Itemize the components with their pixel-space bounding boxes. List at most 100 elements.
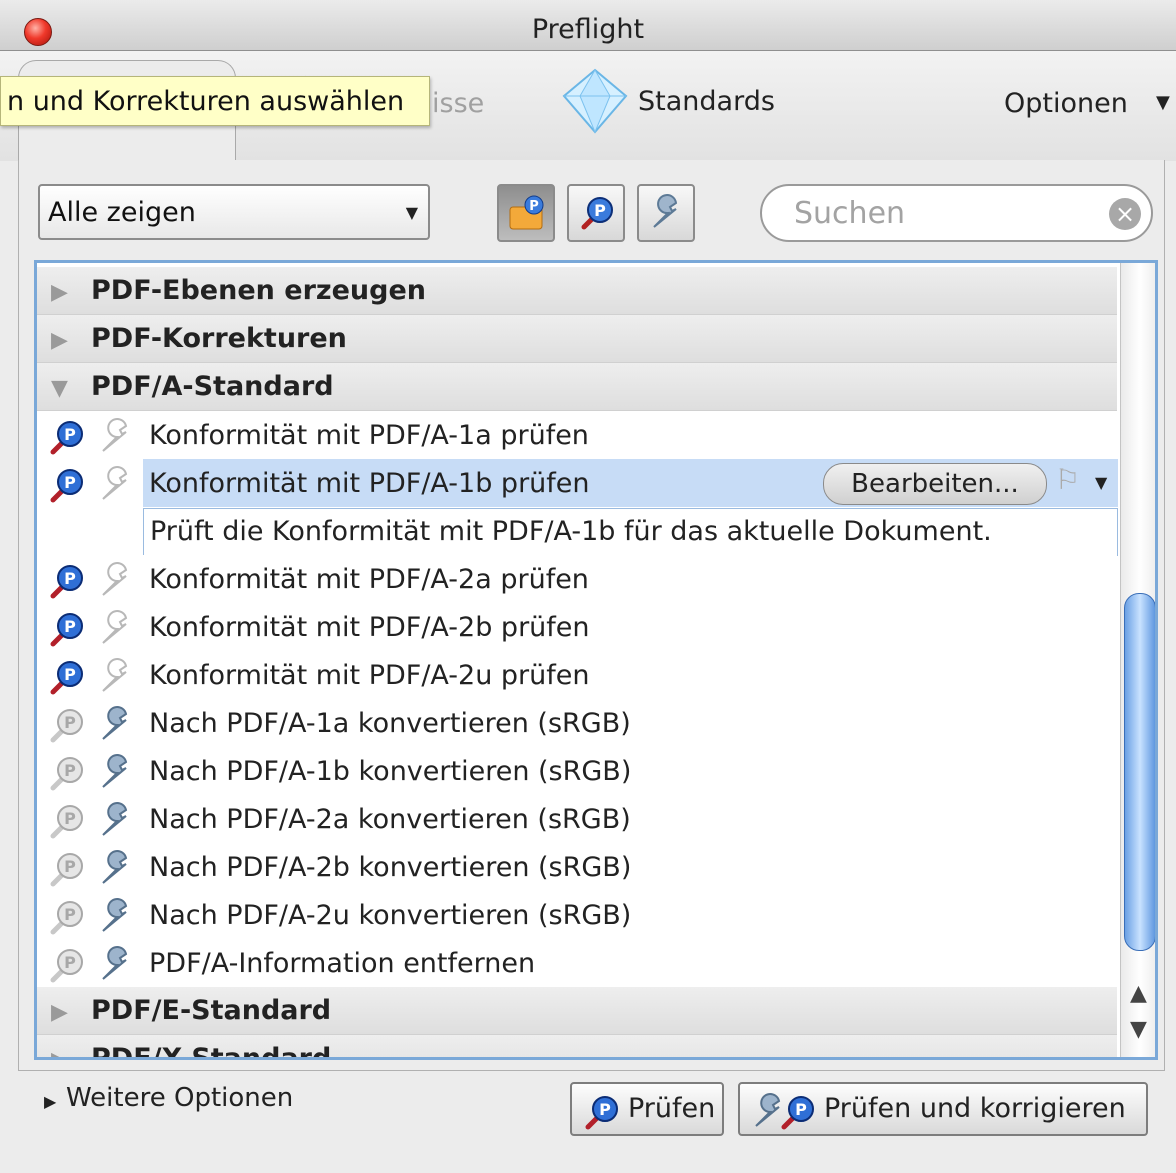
list-group-pdf-fixups[interactable]: ▶ PDF-Korrekturen [37, 315, 1117, 363]
standards-icon[interactable] [560, 66, 630, 136]
chevron-down-icon: ▼ [405, 203, 418, 222]
wrench-icon [653, 194, 678, 228]
list-item[interactable]: P Konformität mit PDF/A-1a prüfen [37, 411, 1117, 459]
item-label: Nach PDF/A-1a konvertieren (sRGB) [149, 708, 631, 739]
disclosure-right-icon[interactable]: ▶ [44, 1092, 56, 1111]
check-icon: P [47, 609, 87, 649]
check-icon: P [47, 657, 87, 697]
check-icon: P [582, 1092, 618, 1130]
title-bar[interactable]: Preflight [0, 0, 1176, 51]
wrench-outline-icon [97, 561, 135, 599]
list-item[interactable]: P Nach PDF/A-1b konvertieren (sRGB) [37, 747, 1117, 795]
flag-icon[interactable]: ⚐ [1055, 463, 1080, 496]
svg-text:P: P [64, 617, 76, 636]
wrench-icon [97, 705, 135, 743]
disclosure-right-icon[interactable]: ▶ [51, 282, 68, 304]
list-group-pdfx[interactable]: ▶ PDF/X-Standard [37, 1035, 1117, 1060]
svg-text:P: P [64, 713, 76, 732]
list-item[interactable]: P Nach PDF/A-2a konvertieren (sRGB) [37, 795, 1117, 843]
check-fix-icon: P [750, 1092, 820, 1130]
list-group-pdfe[interactable]: ▶ PDF/E-Standard [37, 987, 1117, 1035]
item-label: Nach PDF/A-2b konvertieren (sRGB) [149, 852, 632, 883]
wrench-outline-icon [97, 609, 135, 647]
check-icon: P [581, 197, 613, 230]
svg-text:P: P [64, 425, 76, 444]
search-field[interactable]: Suchen × [760, 184, 1153, 242]
svg-text:P: P [64, 809, 76, 828]
svg-text:P: P [64, 569, 76, 588]
clear-icon[interactable]: × [1109, 198, 1141, 230]
options-menu[interactable]: Optionen [1004, 88, 1128, 119]
disclosure-right-icon[interactable]: ▶ [51, 330, 68, 352]
list-item[interactable]: P Nach PDF/A-2b konvertieren (sRGB) [37, 843, 1117, 891]
wrench-icon [97, 897, 135, 935]
scroll-up-icon[interactable]: ▲ [1130, 981, 1147, 1006]
svg-text:P: P [594, 201, 606, 220]
check-disabled-icon: P [47, 897, 87, 937]
wrench-icon [97, 945, 135, 983]
svg-text:P: P [64, 761, 76, 780]
disclosure-right-icon[interactable]: ▶ [51, 1050, 68, 1058]
svg-text:P: P [64, 857, 76, 876]
check-and-fix-button[interactable]: P Prüfen und korrigieren [738, 1082, 1148, 1136]
item-description: Prüft die Konformität mit PDF/A-1b für d… [143, 508, 1118, 556]
list-item[interactable]: P Nach PDF/A-1a konvertieren (sRGB) [37, 699, 1117, 747]
scrollbar-thumb[interactable] [1124, 593, 1155, 951]
filter-fix-button[interactable] [637, 184, 695, 242]
disclosure-down-icon[interactable]: ▼ [51, 378, 68, 400]
svg-text:P: P [64, 665, 76, 684]
search-input[interactable]: Suchen [794, 196, 905, 231]
check-disabled-icon: P [47, 705, 87, 745]
wrench-icon [97, 801, 135, 839]
list-item[interactable]: P Nach PDF/A-2u konvertieren (sRGB) [37, 891, 1117, 939]
check-fix-button-label: Prüfen und korrigieren [824, 1093, 1126, 1124]
check-disabled-icon: P [47, 849, 87, 889]
item-label: Nach PDF/A-2u konvertieren (sRGB) [149, 900, 632, 931]
list-group-pdfa[interactable]: ▼ PDF/A-Standard [37, 363, 1117, 411]
more-options-toggle[interactable]: Weitere Optionen [66, 1083, 293, 1113]
list-item[interactable]: P Konformität mit PDF/A-2a prüfen [37, 555, 1117, 603]
filter-check-button[interactable]: P [567, 184, 625, 242]
svg-text:P: P [64, 905, 76, 924]
vertical-scrollbar[interactable]: ▲ ▼ [1120, 263, 1155, 1057]
filter-select[interactable]: Alle zeigen ▼ [38, 184, 430, 240]
wrench-icon [97, 753, 135, 791]
check-icon: P [47, 417, 87, 457]
scroll-down-icon[interactable]: ▼ [1130, 1017, 1147, 1042]
group-label: PDF-Ebenen erzeugen [91, 275, 426, 306]
preflight-window: Preflight ▤ ✦ isse n und Korrekturen aus… [0, 0, 1176, 1173]
tab-standards[interactable]: Standards [638, 86, 775, 117]
item-label: Konformität mit PDF/A-2b prüfen [149, 612, 590, 643]
tooltip: n und Korrekturen auswählen [0, 76, 430, 126]
wrench-outline-icon [97, 465, 135, 503]
check-button[interactable]: P Prüfen [570, 1082, 724, 1136]
window-title: Preflight [531, 14, 645, 45]
profile-list[interactable]: ▶ PDF-Ebenen erzeugen ▶ PDF-Korrekturen … [34, 260, 1158, 1060]
list-item-selected[interactable]: P Konformität mit PDF/A-1b prüfen Bearbe… [37, 459, 1118, 507]
svg-text:P: P [64, 953, 76, 972]
group-label: PDF/X-Standard [91, 1043, 332, 1060]
list-item[interactable]: P PDF/A-Information entfernen [37, 939, 1117, 987]
edit-button[interactable]: Bearbeiten... [823, 463, 1047, 505]
item-label: PDF/A-Information entfernen [149, 948, 536, 979]
list-item[interactable]: P Konformität mit PDF/A-2u prüfen [37, 651, 1117, 699]
svg-text:P: P [529, 199, 539, 214]
wrench-outline-icon [97, 657, 135, 695]
filter-all-button[interactable]: P [497, 184, 555, 242]
check-button-label: Prüfen [628, 1093, 716, 1124]
chevron-down-icon[interactable]: ▼ [1156, 92, 1170, 113]
item-label: Konformität mit PDF/A-1b prüfen [149, 468, 590, 499]
item-label: Konformität mit PDF/A-2u prüfen [149, 660, 590, 691]
chevron-down-icon[interactable]: ▼ [1095, 473, 1107, 492]
group-label: PDF/A-Standard [91, 371, 334, 402]
list-item[interactable]: P Konformität mit PDF/A-2b prüfen [37, 603, 1117, 651]
group-label: PDF/E-Standard [91, 995, 332, 1026]
item-label: Konformität mit PDF/A-1a prüfen [149, 420, 589, 451]
item-label: Konformität mit PDF/A-2a prüfen [149, 564, 589, 595]
group-label: PDF-Korrekturen [91, 323, 347, 354]
disclosure-right-icon[interactable]: ▶ [51, 1002, 68, 1024]
wrench-icon [97, 849, 135, 887]
list-group-pdf-layers[interactable]: ▶ PDF-Ebenen erzeugen [37, 267, 1117, 315]
profile-filter-icon: P [509, 195, 544, 230]
item-label: Nach PDF/A-1b konvertieren (sRGB) [149, 756, 632, 787]
